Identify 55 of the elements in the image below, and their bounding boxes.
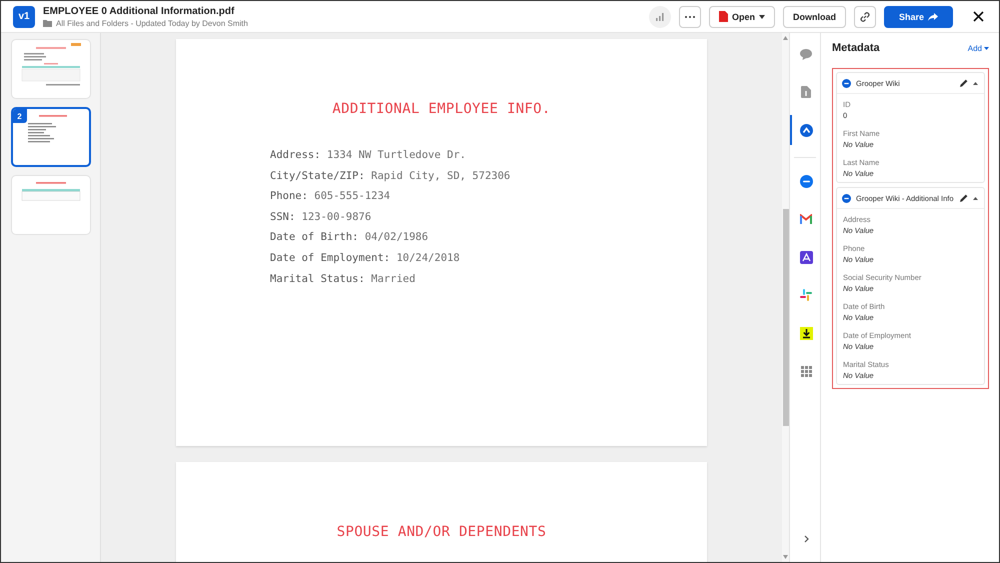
template-minus-icon (842, 78, 851, 88)
pencil-icon (960, 79, 968, 87)
page-heading: ADDITIONAL EMPLOYEE INFO. (332, 101, 551, 117)
scrollbar-thumb[interactable] (782, 209, 788, 426)
close-icon (972, 11, 984, 22)
page-field-line: SSN: 123-00-9876 (270, 210, 372, 225)
caret-icon (758, 14, 765, 18)
download-button[interactable]: Download (782, 6, 846, 28)
page-heading: SPOUSE AND/OR DEPENDENTS (336, 524, 546, 540)
speech-bubble-icon (800, 48, 812, 60)
link-icon (858, 10, 871, 22)
bar-chart-icon (656, 12, 664, 20)
share-arrow-icon (928, 12, 938, 20)
file-title: EMPLOYEE 0 Additional Information.pdf (43, 6, 236, 16)
collapse-toggle[interactable] (973, 82, 978, 84)
mail-m-icon (800, 214, 812, 224)
metadata-icon (800, 124, 812, 136)
document-info-icon (801, 86, 811, 98)
edit-pencil-button[interactable] (960, 79, 968, 87)
app-grid-icon (800, 366, 812, 376)
page-field-line: Marital Status: Married (270, 272, 416, 287)
scroll-up-arrow-icon[interactable] (783, 36, 788, 40)
caret-up-icon (973, 196, 978, 200)
download-app-icon (800, 326, 812, 340)
page-field-line: Address: 1334 NW Turtledove Dr. (270, 149, 466, 163)
caret-icon (984, 46, 989, 50)
more-options-button[interactable] (678, 6, 701, 28)
panel-title: Metadata (832, 42, 880, 54)
page-field-line: Phone: 605-555-1234 (270, 190, 390, 204)
page-field-line: Date of Employment: 10/24/2018 (270, 252, 460, 266)
page-field-line: Date of Birth: 04/02/1986 (270, 231, 428, 246)
breadcrumb-link[interactable]: All Files and Folders - Updated Today by Devon Smith (56, 18, 248, 28)
version-badge[interactable]: v1 (13, 6, 35, 28)
template-minus-icon (842, 194, 851, 202)
caret-up-icon (973, 82, 978, 84)
pdf-file-icon (718, 11, 728, 22)
add-button[interactable]: Add (968, 44, 989, 52)
app-circle-icon (800, 174, 812, 188)
edit-pencil-button[interactable] (960, 194, 968, 202)
hash-app-icon (800, 289, 812, 301)
scroll-down-arrow-icon[interactable] (783, 555, 788, 559)
open-button[interactable]: Open (708, 6, 775, 28)
signal-bars-button[interactable] (648, 6, 671, 28)
page-thumbnail[interactable]: 2 (10, 107, 90, 167)
pdf-app-icon (800, 250, 812, 264)
folder-icon (43, 20, 52, 26)
page-field-line: City/State/ZIP: Rapid City, SD, 572306 (270, 170, 510, 184)
share-button[interactable]: Share (884, 6, 953, 28)
chevron-right-icon (804, 535, 808, 543)
pencil-icon (960, 194, 968, 202)
page-number-badge: 2 (12, 109, 26, 123)
collapse-toggle[interactable] (973, 196, 978, 200)
page-thumbnail[interactable] (10, 39, 90, 99)
link-button[interactable] (854, 6, 876, 28)
page-thumbnail[interactable] (10, 175, 90, 235)
